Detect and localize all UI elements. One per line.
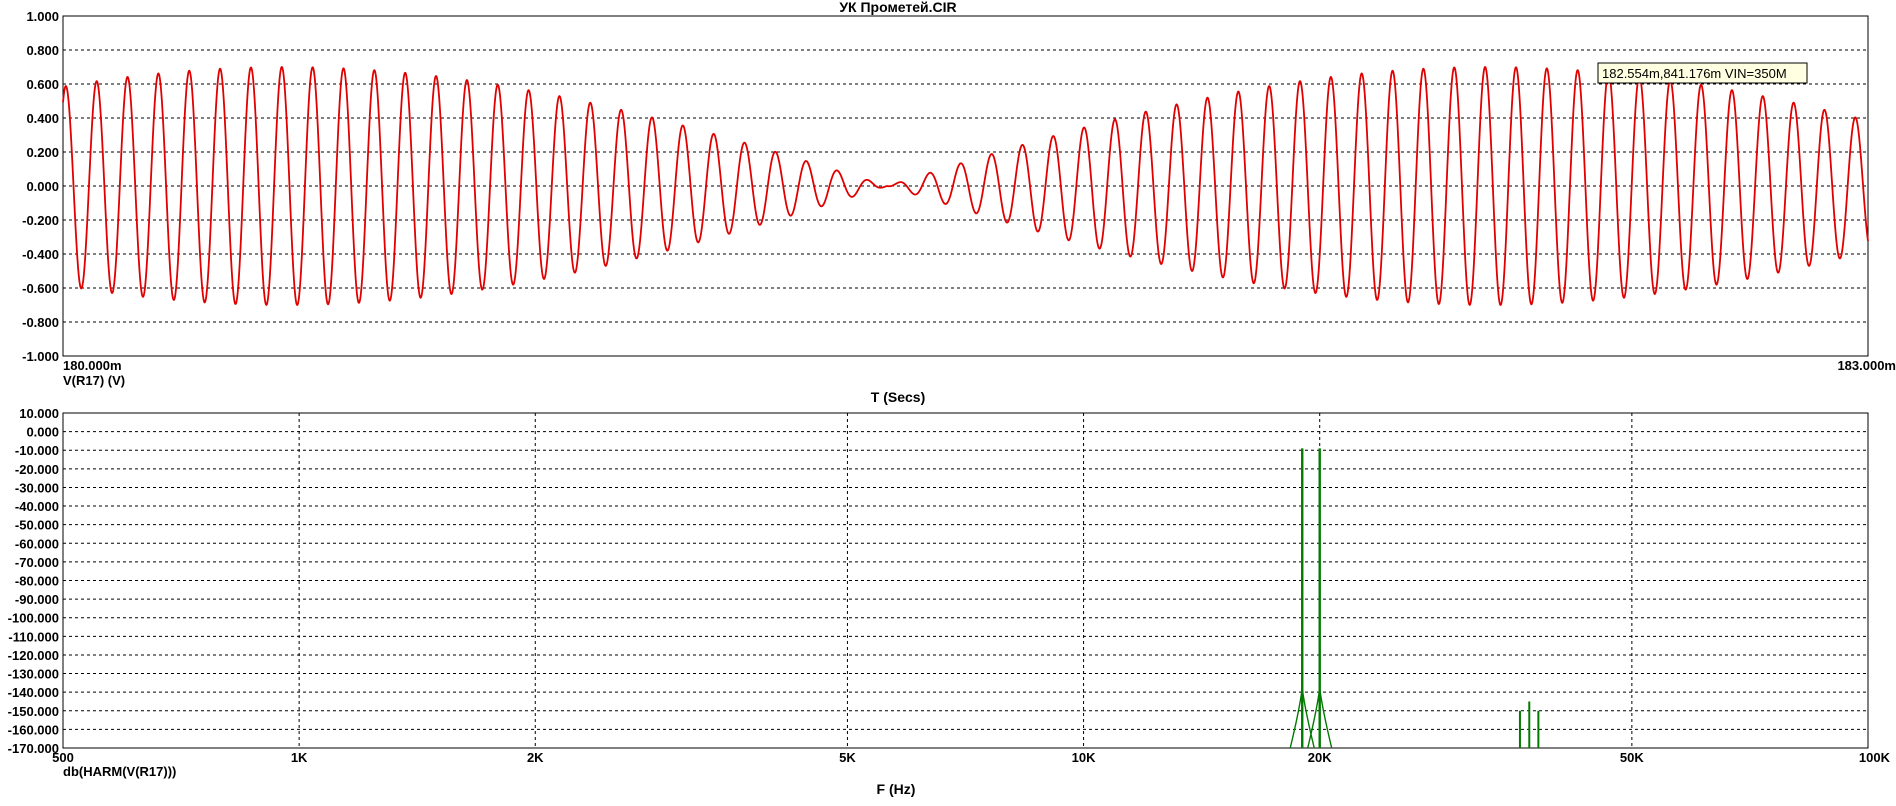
harm-x-axis-label: F (Hz) (877, 781, 916, 797)
tooltip-text: 182.554m,841.176m VIN=350M (1602, 66, 1787, 81)
time-y-tick-label: -0.600 (22, 281, 59, 296)
harm-y-tick-label: -70.000 (15, 555, 59, 570)
harm-x-tick-label: 500 (52, 750, 74, 765)
time-y-tick-label: -1.000 (22, 349, 59, 364)
harm-y-ticks: 10.000 0.000 -10.000 -20.000 -30.000 -40.000 -… (8, 406, 59, 756)
time-series-label[interactable]: V(R17) (V) (63, 373, 125, 388)
harm-y-tick-label: -10.000 (15, 443, 59, 458)
time-grid (63, 49, 1868, 323)
harm-y-tick-label: -150.000 (8, 704, 59, 719)
harm-y-tick-label: -160.000 (8, 722, 59, 737)
harm-x-tick-label: 5K (839, 750, 856, 765)
harm-x-tick-label: 1K (291, 750, 308, 765)
time-domain-chart[interactable]: УК Прометей.CIR 1.000 0.800 0.600 0.400 0.20… (22, 0, 1896, 405)
time-y-tick-label: -0.800 (22, 315, 59, 330)
harm-peaks[interactable] (1289, 448, 1540, 749)
harm-x-tick-label: 2K (527, 750, 544, 765)
time-y-tick-label: 0.800 (26, 43, 59, 58)
time-y-tick-label: 0.000 (26, 179, 59, 194)
harm-y-tick-label: 10.000 (19, 406, 59, 421)
harm-x-tick-label: 20K (1308, 750, 1332, 765)
harm-y-tick-label: -50.000 (15, 518, 59, 533)
harm-y-tick-label: -120.000 (8, 648, 59, 663)
time-y-tick-label: -0.200 (22, 213, 59, 228)
time-y-tick-label: 0.200 (26, 145, 59, 160)
time-x-tick-start: 180.000m (63, 358, 122, 373)
harm-y-tick-label: -30.000 (15, 480, 59, 495)
chart-title: УК Прометей.CIR (839, 0, 956, 15)
harm-y-tick-label: -40.000 (15, 499, 59, 514)
time-x-axis-label: T (Secs) (871, 389, 925, 405)
time-y-ticks: 1.000 0.800 0.600 0.400 0.200 0.000 -0.200 -0.4… (22, 9, 59, 364)
harm-y-tick-label: -100.000 (8, 611, 59, 626)
time-y-tick-label: 0.600 (26, 77, 59, 92)
time-y-tick-label: -0.400 (22, 247, 59, 262)
harm-y-tick-label: -110.000 (8, 629, 59, 644)
harm-y-tick-label: -90.000 (15, 592, 59, 607)
harm-y-tick-label: -80.000 (15, 574, 59, 589)
harm-y-tick-label: -140.000 (8, 685, 59, 700)
harm-y-tick-label: -60.000 (15, 536, 59, 551)
harm-y-tick-label: -20.000 (15, 462, 59, 477)
harm-x-tick-label: 10K (1072, 750, 1096, 765)
harm-y-tick-label: -130.000 (8, 667, 59, 682)
cursor-tooltip: 182.554m,841.176m VIN=350M (1597, 62, 1808, 84)
plot-canvas: УК Прометей.CIR 1.000 0.800 0.600 0.400 0.20… (8, 0, 1896, 797)
harmonics-chart[interactable]: 10.000 0.000 -10.000 -20.000 -30.000 -40.000 -… (8, 406, 1891, 797)
harm-y-tick-label: 0.000 (26, 425, 59, 440)
harm-grid (63, 413, 1868, 748)
time-x-tick-end: 183.000m (1837, 358, 1896, 373)
harm-series-label[interactable]: db(HARM(V(R17))) (63, 764, 176, 779)
harm-x-tick-label: 100K (1859, 750, 1891, 765)
harm-x-ticks: 500 1K 2K 5K 10K 20K 50K 100K (52, 750, 1890, 765)
time-y-tick-label: 1.000 (26, 9, 59, 24)
time-y-tick-label: 0.400 (26, 111, 59, 126)
harm-x-tick-label: 50K (1620, 750, 1644, 765)
